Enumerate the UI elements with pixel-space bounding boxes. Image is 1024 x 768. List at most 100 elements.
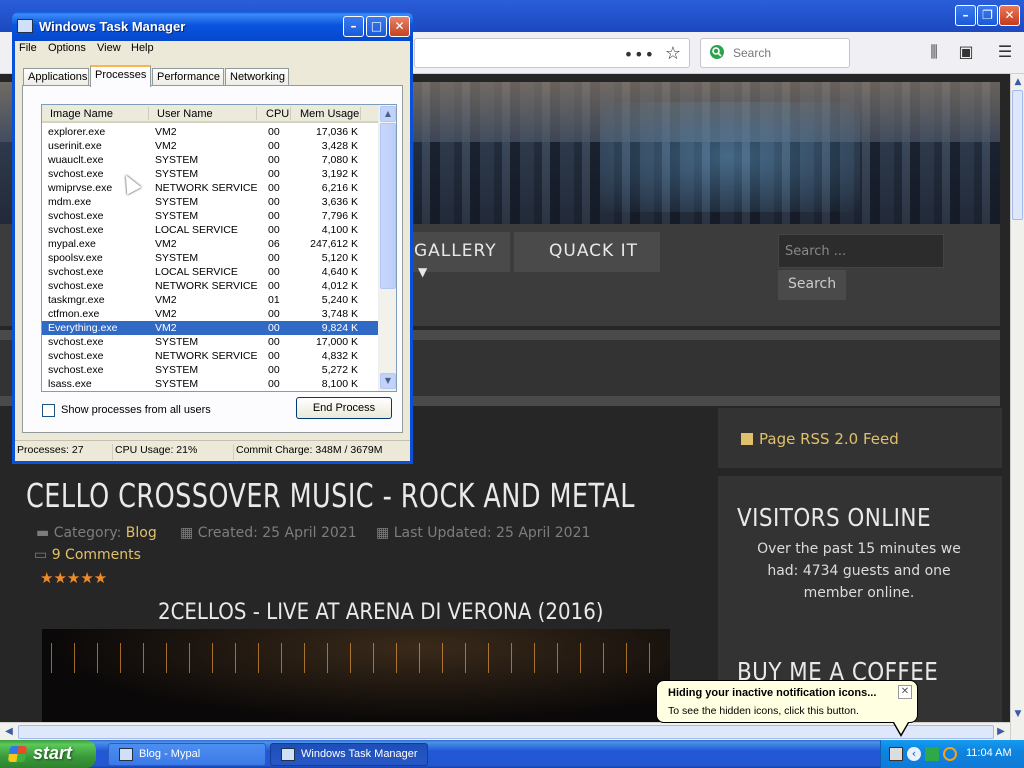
process-row[interactable]: mdm.exe SYSTEM 00 3,636 K [42, 195, 378, 209]
menu-help[interactable]: Help [131, 42, 154, 54]
video-title: 2CELLOS - LIVE AT ARENA DI VERONA (2016) [158, 600, 604, 625]
tm-minimize-button[interactable]: – [343, 16, 364, 37]
tm-close-button[interactable]: ✕ [389, 16, 410, 37]
taskbar-button-browser[interactable]: Blog - Mypal [108, 743, 266, 766]
browser-app-icon [119, 748, 133, 761]
rss-feed-link[interactable]: Page RSS 2.0 Feed [741, 430, 899, 448]
rating-stars[interactable]: ★★★★★ [40, 569, 107, 587]
process-name: svchost.exe [48, 168, 104, 180]
everything-search-icon[interactable] [943, 747, 957, 761]
site-search-input[interactable]: Search ... [778, 234, 944, 268]
close-button[interactable]: ✕ [999, 5, 1020, 26]
minimize-button[interactable]: – [955, 5, 976, 26]
process-cpu: 00 [268, 322, 280, 334]
process-row[interactable]: wmiprvse.exe NETWORK SERVICE 00 6,216 K [42, 181, 378, 195]
process-row[interactable]: svchost.exe NETWORK SERVICE 00 4,832 K [42, 349, 378, 363]
process-row[interactable]: svchost.exe LOCAL SERVICE 00 4,100 K [42, 223, 378, 237]
horizontal-scroll-thumb[interactable] [18, 725, 994, 739]
scroll-down-icon[interactable]: ▼ [380, 373, 396, 389]
process-name: explorer.exe [48, 126, 106, 138]
scroll-up-icon[interactable]: ▲ [1011, 75, 1024, 89]
clock: 11:04 AM [966, 747, 1012, 759]
scroll-down-icon[interactable]: ▼ [1011, 707, 1024, 721]
video-player[interactable] [42, 629, 670, 722]
process-cpu: 00 [268, 140, 280, 152]
process-row[interactable]: svchost.exe LOCAL SERVICE 00 4,640 K [42, 265, 378, 279]
process-row[interactable]: Everything.exe VM2 00 9,824 K [42, 321, 378, 335]
show-all-users-checkbox[interactable] [42, 404, 55, 417]
taskbar-button-task-manager[interactable]: Windows Task Manager [270, 743, 428, 766]
process-row[interactable]: svchost.exe SYSTEM 00 5,272 K [42, 363, 378, 377]
col-cpu[interactable]: CPU [266, 108, 289, 120]
process-list-scroll-thumb[interactable] [380, 123, 396, 289]
process-row[interactable]: mypal.exe VM2 06 247,612 K [42, 237, 378, 251]
nav-quack-it[interactable]: QUACK IT [514, 232, 660, 272]
show-all-users-label[interactable]: Show processes from all users [61, 404, 211, 416]
process-cpu: 01 [268, 294, 280, 306]
menu-options[interactable]: Options [48, 42, 86, 54]
process-row[interactable]: explorer.exe VM2 00 17,036 K [42, 125, 378, 139]
process-user: SYSTEM [155, 196, 199, 208]
process-row[interactable]: svchost.exe SYSTEM 00 17,000 K [42, 335, 378, 349]
col-user-name[interactable]: User Name [157, 108, 213, 120]
process-mem: 8,100 K [321, 378, 358, 390]
nav-gallery[interactable]: GALLERY ▼ [400, 232, 510, 279]
comments-link[interactable]: ▭ 9 Comments [34, 547, 141, 563]
col-image-name[interactable]: Image Name [50, 108, 113, 120]
start-button[interactable]: start [0, 740, 96, 768]
process-user: SYSTEM [155, 210, 199, 222]
process-row[interactable]: svchost.exe SYSTEM 00 7,796 K [42, 209, 378, 223]
process-row[interactable]: svchost.exe SYSTEM 00 3,192 K [42, 167, 378, 181]
menu-file[interactable]: File [19, 42, 37, 54]
balloon-title: Hiding your inactive notification icons.… [668, 687, 877, 699]
process-name: svchost.exe [48, 350, 104, 362]
category-link[interactable]: Blog [126, 525, 157, 541]
process-user: VM2 [155, 238, 177, 250]
process-row[interactable]: taskmgr.exe VM2 01 5,240 K [42, 293, 378, 307]
vertical-scrollbar[interactable]: ▲ ▼ [1010, 74, 1024, 740]
process-row[interactable]: userinit.exe VM2 00 3,428 K [42, 139, 378, 153]
menu-view[interactable]: View [97, 42, 121, 54]
process-list-scrollbar[interactable]: ▲ ▼ [378, 105, 396, 391]
task-manager-titlebar[interactable]: Windows Task Manager – □ ✕ [12, 12, 413, 41]
tab-performance[interactable]: Performance [152, 68, 224, 86]
scroll-left-icon[interactable]: ◀ [1, 724, 17, 740]
process-mem: 3,428 K [321, 140, 358, 152]
end-process-button[interactable]: End Process [296, 397, 392, 419]
col-mem-usage[interactable]: Mem Usage [300, 108, 359, 120]
task-manager-icon [17, 19, 33, 33]
calendar-icon: ▦ [376, 525, 390, 541]
url-bar[interactable]: ••• ☆ [414, 38, 690, 68]
menu-icon[interactable]: ☰ [995, 42, 1015, 62]
library-icon[interactable]: ⫼ [924, 42, 944, 62]
vertical-scroll-thumb[interactable] [1012, 90, 1023, 220]
process-row[interactable]: wuauclt.exe SYSTEM 00 7,080 K [42, 153, 378, 167]
process-row[interactable]: ctfmon.exe VM2 00 3,748 K [42, 307, 378, 321]
network-icon[interactable] [925, 747, 939, 761]
tab-processes[interactable]: Processes [90, 65, 151, 87]
process-list[interactable]: Image Name User Name CPU Mem Usage explo… [41, 104, 397, 392]
notification-balloon[interactable]: Hiding your inactive notification icons.… [656, 680, 918, 737]
site-search-button[interactable]: Search [778, 270, 846, 300]
scroll-right-icon[interactable]: ▶ [993, 724, 1009, 740]
bookmark-star-icon[interactable]: ☆ [665, 43, 681, 64]
tm-maximize-button[interactable]: □ [366, 16, 387, 37]
process-name: spoolsv.exe [48, 252, 103, 264]
tab-networking[interactable]: Networking [225, 68, 289, 86]
process-row[interactable]: svchost.exe NETWORK SERVICE 00 4,012 K [42, 279, 378, 293]
scroll-up-icon[interactable]: ▲ [380, 106, 396, 122]
browser-search-input[interactable]: Search [700, 38, 850, 68]
keyboard-icon[interactable] [889, 747, 903, 761]
calendar-icon: ▦ [180, 525, 194, 541]
process-row[interactable]: lsass.exe SYSTEM 00 8,100 K [42, 377, 378, 391]
process-row[interactable]: spoolsv.exe SYSTEM 00 5,120 K [42, 251, 378, 265]
desktop: – ❐ ✕ ••• ☆ Search ⫼ ▣ ☰ GALLERY ▼ QUACK… [0, 0, 1024, 768]
sidebar-toggle-icon[interactable]: ▣ [956, 42, 976, 62]
horizontal-scrollbar[interactable]: ◀ ▶ [0, 722, 1010, 740]
process-cpu: 00 [268, 266, 280, 278]
restore-button[interactable]: ❐ [977, 5, 998, 26]
tab-applications[interactable]: Applications [23, 68, 89, 86]
show-hidden-icons-chevron-icon[interactable]: ‹ [907, 747, 921, 761]
balloon-close-icon[interactable]: ✕ [898, 685, 912, 699]
page-actions-icon[interactable]: ••• [624, 45, 655, 64]
